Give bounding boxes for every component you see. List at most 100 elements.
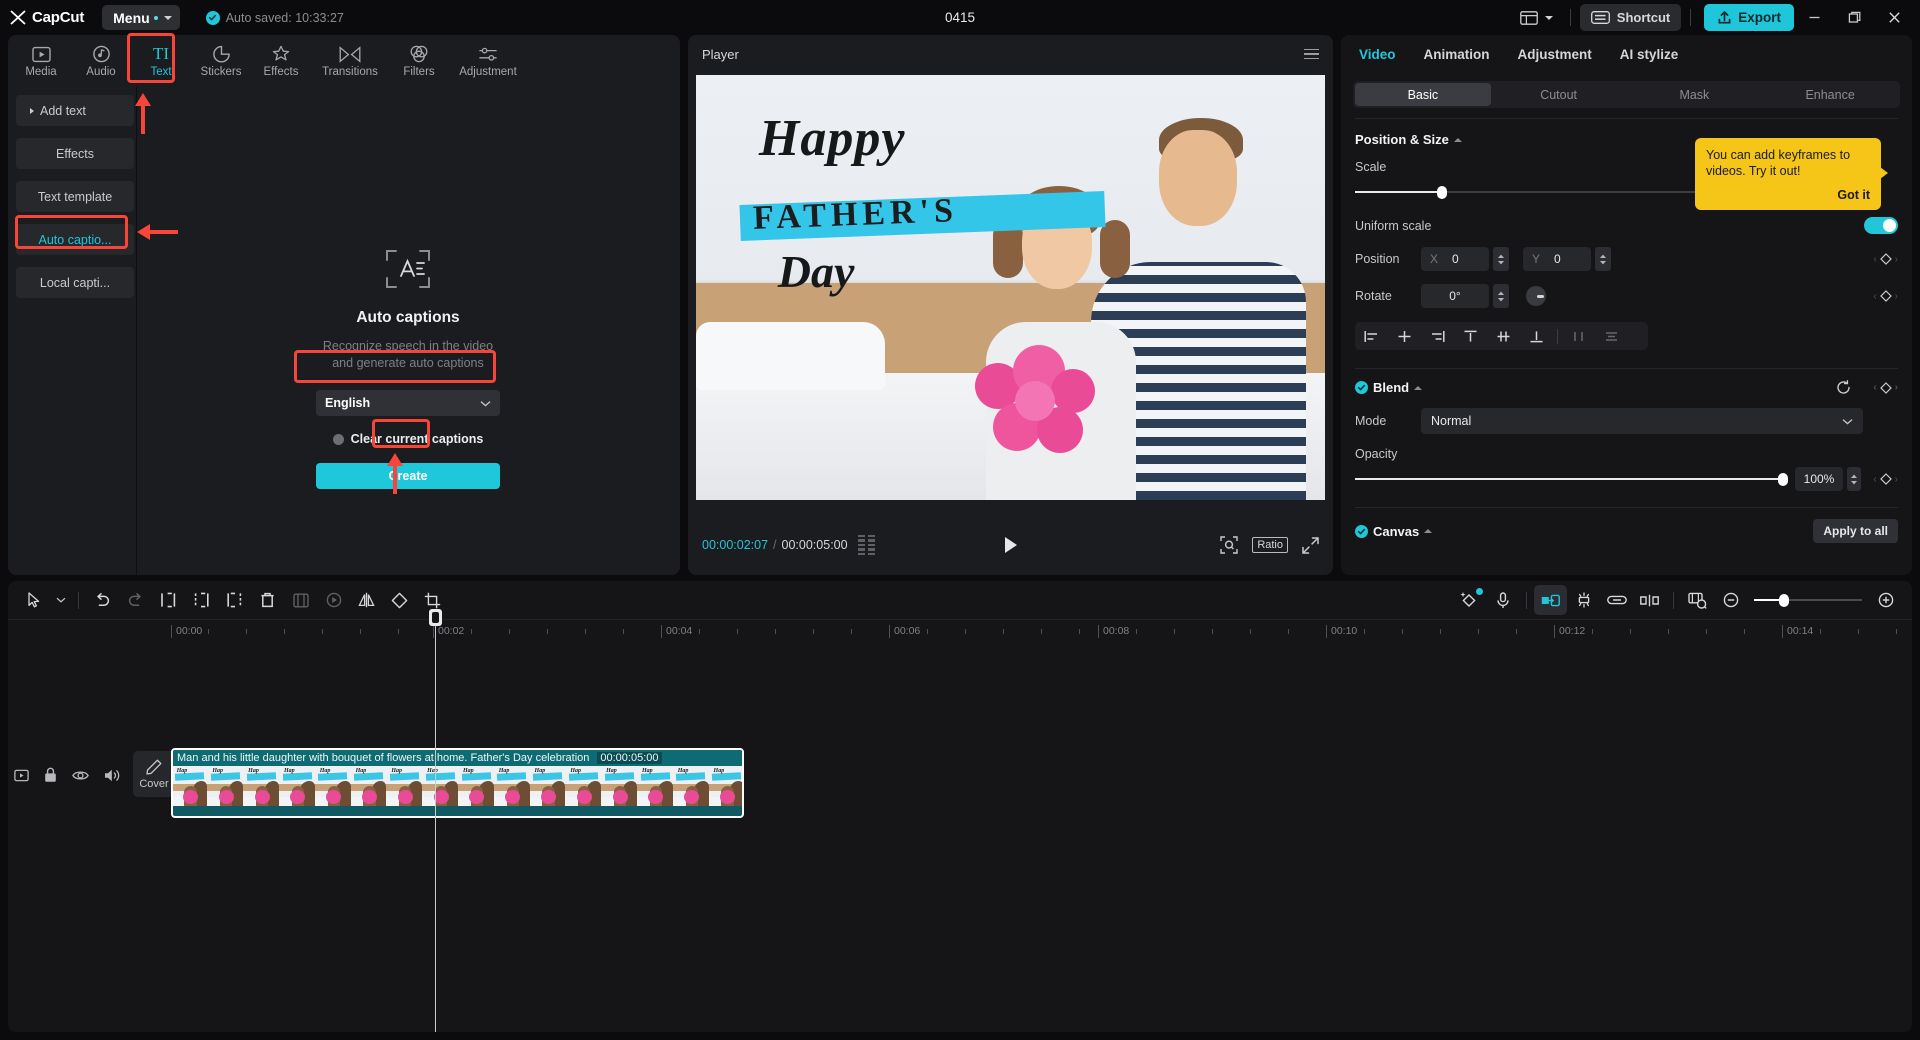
microphone-button[interactable]	[1486, 585, 1519, 615]
sidebar-item-effects[interactable]: Effects	[252, 37, 310, 85]
lock-icon[interactable]	[44, 767, 57, 783]
mute-track-icon[interactable]	[14, 768, 29, 783]
timeline-playhead[interactable]	[435, 619, 436, 1032]
timeline-ruler[interactable]: 00:00 00:02 00:04 00:06	[8, 619, 1912, 643]
fullscreen-button[interactable]	[1302, 537, 1319, 554]
video-preview[interactable]: Happy FATHER'S Day	[696, 75, 1325, 500]
blend-title-row[interactable]: Blend ‹ ›	[1355, 380, 1898, 395]
canvas-title-row[interactable]: Canvas Apply to all	[1355, 519, 1898, 543]
sidebar-item-text[interactable]: TI Text	[132, 37, 190, 85]
snapshot-button[interactable]	[1220, 536, 1238, 554]
link-button[interactable]	[1600, 585, 1633, 615]
export-button[interactable]: Export	[1704, 4, 1794, 31]
shortcut-button[interactable]: Shortcut	[1580, 4, 1681, 31]
segment-basic[interactable]: Basic	[1355, 83, 1491, 106]
rotate-keyframe-button[interactable]: ‹ ›	[1873, 290, 1898, 302]
blend-reset-button[interactable]	[1836, 380, 1851, 395]
delete-button[interactable]	[251, 585, 284, 615]
position-y-stepper[interactable]	[1595, 247, 1611, 271]
blend-mode-select[interactable]: Normal	[1421, 408, 1863, 434]
opacity-keyframe-button[interactable]: ‹ ›	[1873, 473, 1898, 485]
sidebar-item-text-template[interactable]: Text template	[16, 181, 134, 212]
slider-knob[interactable]	[1779, 594, 1789, 607]
tab-video[interactable]: Video	[1359, 47, 1396, 62]
opacity-slider[interactable]	[1355, 472, 1787, 486]
hamburger-menu-icon[interactable]	[1304, 49, 1319, 60]
magic-keyframe-button[interactable]	[1453, 585, 1486, 615]
rotate-button[interactable]	[383, 585, 416, 615]
sidebar-item-stickers[interactable]: Stickers	[192, 37, 250, 85]
menu-button[interactable]: Menu	[102, 5, 180, 30]
sidebar-item-local-captions[interactable]: Local capti...	[16, 267, 134, 298]
timeline-zoom-slider[interactable]	[1754, 593, 1862, 607]
create-captions-button[interactable]: Create	[316, 463, 500, 489]
playhead-handle[interactable]	[429, 609, 442, 626]
tab-ai-stylize[interactable]: AI stylize	[1620, 47, 1679, 62]
segment-enhance[interactable]: Enhance	[1762, 83, 1898, 106]
layout-switch-button[interactable]	[1512, 5, 1561, 31]
blend-checkbox[interactable]	[1355, 381, 1368, 394]
opacity-value-field[interactable]: 100%	[1795, 467, 1843, 491]
segment-mask[interactable]: Mask	[1627, 83, 1763, 106]
position-x-field[interactable]: X 0	[1421, 247, 1489, 271]
trim-right-button[interactable]	[218, 585, 251, 615]
redo-button[interactable]	[119, 585, 152, 615]
blend-keyframe-button[interactable]: ‹ ›	[1873, 382, 1898, 394]
clear-captions-row[interactable]: Clear current captions	[333, 432, 484, 446]
scale-slider[interactable]	[1355, 185, 1705, 199]
slider-knob[interactable]	[1437, 186, 1447, 199]
eye-visibility-icon[interactable]	[72, 769, 89, 782]
trim-left-button[interactable]	[185, 585, 218, 615]
sidebar-item-audio[interactable]: Audio	[72, 37, 130, 85]
align-center-horizontal-icon[interactable]	[1388, 322, 1421, 350]
tooltip-got-it-button[interactable]: Got it	[1706, 188, 1870, 202]
maximize-button[interactable]	[1834, 1, 1874, 35]
rotate-stepper[interactable]	[1493, 284, 1509, 308]
minimize-button[interactable]	[1794, 1, 1834, 35]
sidebar-item-add-text[interactable]: Add text	[16, 95, 134, 126]
split-button[interactable]	[152, 585, 185, 615]
volume-icon[interactable]	[104, 768, 121, 783]
reverse-button[interactable]	[317, 585, 350, 615]
preview-frame-button[interactable]	[1681, 585, 1714, 615]
tab-animation[interactable]: Animation	[1424, 47, 1490, 62]
tab-adjustment[interactable]: Adjustment	[1518, 47, 1592, 62]
opacity-stepper[interactable]	[1847, 467, 1861, 491]
uniform-scale-toggle[interactable]	[1864, 217, 1898, 234]
language-select[interactable]: English	[316, 390, 500, 416]
sidebar-item-media[interactable]: Media	[12, 37, 70, 85]
align-left-icon[interactable]	[1355, 322, 1388, 350]
align-bottom-icon[interactable]	[1520, 322, 1553, 350]
undo-button[interactable]	[86, 585, 119, 615]
freeze-frame-button[interactable]	[284, 585, 317, 615]
rotate-dial[interactable]	[1526, 286, 1546, 306]
ratio-button[interactable]: Ratio	[1252, 537, 1288, 553]
slider-knob[interactable]	[1778, 473, 1788, 486]
timeline-video-clip[interactable]: Man and his little daughter with bouquet…	[171, 748, 744, 818]
split-clip-button[interactable]	[1633, 585, 1666, 615]
align-right-icon[interactable]	[1421, 322, 1454, 350]
cursor-dropdown-chevron-down-icon[interactable]	[51, 585, 71, 615]
auto-fit-button[interactable]	[1534, 585, 1567, 615]
position-keyframe-button[interactable]: ‹ ›	[1873, 253, 1898, 265]
position-y-field[interactable]: Y 0	[1523, 247, 1591, 271]
mirror-button[interactable]	[350, 585, 383, 615]
sidebar-item-filters[interactable]: Filters	[390, 37, 448, 85]
zoom-in-button[interactable]	[1869, 585, 1902, 615]
align-top-icon[interactable]	[1454, 322, 1487, 350]
adjust-speed-button[interactable]	[1567, 585, 1600, 615]
close-button[interactable]	[1874, 1, 1914, 35]
sidebar-item-transitions[interactable]: Transitions	[312, 37, 388, 85]
rotate-field[interactable]: 0°	[1421, 284, 1489, 308]
position-x-stepper[interactable]	[1493, 247, 1509, 271]
select-cursor-icon[interactable]	[18, 585, 51, 615]
sidebar-item-auto-captions[interactable]: Auto captio...	[16, 224, 134, 255]
apply-to-all-button[interactable]: Apply to all	[1813, 519, 1898, 543]
segment-cutout[interactable]: Cutout	[1491, 83, 1627, 106]
clear-captions-checkbox[interactable]	[333, 434, 344, 445]
cover-button[interactable]: Cover	[133, 751, 175, 797]
zoom-out-button[interactable]	[1714, 585, 1747, 615]
align-center-vertical-icon[interactable]	[1487, 322, 1520, 350]
play-button[interactable]	[1003, 536, 1019, 554]
sidebar-item-adjustment[interactable]: Adjustment	[450, 37, 526, 85]
